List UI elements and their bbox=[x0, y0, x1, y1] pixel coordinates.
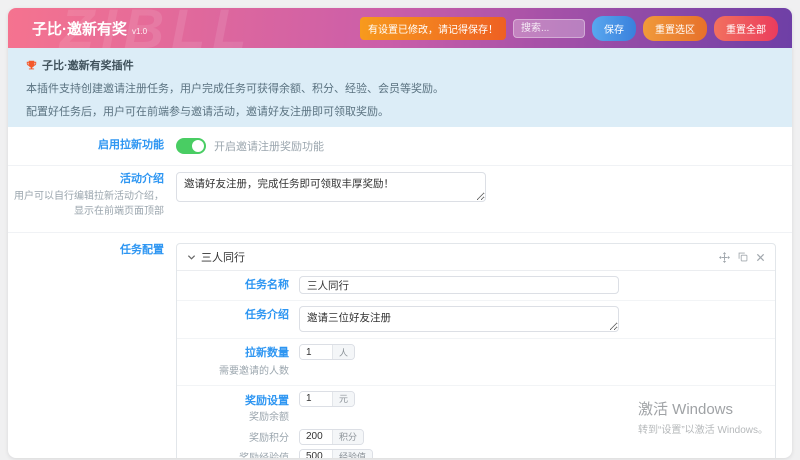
enable-toggle[interactable] bbox=[176, 138, 206, 154]
plugin-header: ZIBLL 子比·邀新有奖 v1.0 有设置已修改，请记得保存！ 保存 重置选区… bbox=[8, 8, 792, 48]
enable-label: 启用拉新功能 bbox=[8, 138, 164, 152]
task-desc-textarea[interactable]: 邀请三位好友注册 bbox=[299, 306, 619, 332]
invite-count-label: 拉新数量 bbox=[177, 346, 289, 360]
task-name-row: 任务名称 bbox=[177, 271, 775, 301]
reward-exp-unit: 经验值 bbox=[332, 450, 372, 458]
toggle-knob bbox=[192, 140, 204, 152]
move-icon[interactable] bbox=[719, 252, 730, 263]
settings-card: ZIBLL 子比·邀新有奖 v1.0 有设置已修改，请记得保存！ 保存 重置选区… bbox=[8, 8, 792, 458]
reward-balance-label-cell: 奖励设置 奖励余额 bbox=[177, 391, 299, 425]
close-icon[interactable] bbox=[756, 253, 765, 262]
trophy-icon bbox=[26, 60, 37, 71]
task-name-input[interactable] bbox=[299, 276, 619, 294]
intro-sublabel: 用户可以自行编辑拉新活动介绍，显示在前端页面顶部 bbox=[8, 189, 164, 219]
reward-points-unit: 积分 bbox=[332, 430, 363, 444]
info-title-row: 子比·邀新有奖插件 bbox=[26, 57, 774, 73]
task-desc-label: 任务介绍 bbox=[177, 308, 289, 322]
reward-balance-input[interactable] bbox=[300, 392, 332, 406]
task-name-label-cell: 任务名称 bbox=[177, 276, 299, 294]
reward-exp-group: 经验值 bbox=[299, 449, 373, 458]
rewards-row: 奖励设置 奖励余额 元 奖励积分 积分 bbox=[177, 386, 775, 458]
reward-points-line: 奖励积分 积分 bbox=[177, 429, 775, 445]
task-panel: 三人同行 bbox=[176, 243, 776, 458]
reward-points-input[interactable] bbox=[300, 430, 332, 444]
intro-label: 活动介绍 bbox=[8, 172, 164, 186]
reward-exp-label: 奖励经验值 bbox=[177, 449, 299, 458]
unsaved-changes-badge: 有设置已修改，请记得保存！ bbox=[360, 17, 506, 40]
reward-balance-line: 奖励设置 奖励余额 元 bbox=[177, 391, 775, 425]
activity-intro-textarea[interactable]: 邀请好友注册，完成任务即可领取丰厚奖励！ bbox=[176, 172, 486, 202]
reward-balance-label: 奖励余额 bbox=[177, 410, 289, 425]
enable-feature-row: 启用拉新功能 开启邀请注册奖励功能 bbox=[8, 127, 792, 166]
invite-count-label-cell: 拉新数量 需要邀请的人数 bbox=[177, 344, 299, 378]
version-label: v1.0 bbox=[132, 27, 147, 36]
reset-all-button[interactable]: 重置全部 bbox=[714, 16, 778, 41]
invite-count-unit: 人 bbox=[332, 345, 354, 359]
task-panel-icons bbox=[719, 252, 765, 263]
reset-section-button[interactable]: 重置选区 bbox=[643, 16, 707, 41]
save-button[interactable]: 保存 bbox=[592, 16, 636, 41]
activity-intro-row: 活动介绍 用户可以自行编辑拉新活动介绍，显示在前端页面顶部 邀请好友注册，完成任… bbox=[8, 166, 792, 233]
info-line-2: 配置好任务后，用户可在前端参与邀请活动，邀请好友注册即可领取奖励。 bbox=[26, 103, 774, 119]
search-input[interactable] bbox=[513, 19, 585, 38]
invite-count-sublabel: 需要邀请的人数 bbox=[177, 364, 289, 379]
enable-description: 开启邀请注册奖励功能 bbox=[214, 138, 324, 154]
info-line-1: 本插件支持创建邀请注册任务，用户完成任务可获得余额、积分、经验、会员等奖励。 bbox=[26, 80, 774, 96]
reward-balance-unit: 元 bbox=[332, 392, 354, 406]
plugin-info-banner: 子比·邀新有奖插件 本插件支持创建邀请注册任务，用户完成任务可获得余额、积分、经… bbox=[8, 48, 792, 127]
task-config-row: 任务配置 三人同行 bbox=[8, 233, 792, 458]
copy-icon[interactable] bbox=[738, 252, 748, 262]
invite-count-row: 拉新数量 需要邀请的人数 人 bbox=[177, 339, 775, 385]
reward-exp-line: 奖励经验值 经验值 bbox=[177, 449, 775, 458]
tasks-label: 任务配置 bbox=[8, 243, 164, 257]
header-actions: 有设置已修改，请记得保存！ 保存 重置选区 重置全部 bbox=[360, 16, 778, 41]
chevron-down-icon bbox=[187, 253, 196, 262]
task-desc-label-cell: 任务介绍 bbox=[177, 306, 299, 332]
rewards-label: 奖励设置 bbox=[177, 394, 289, 408]
reward-exp-input[interactable] bbox=[300, 450, 332, 458]
enable-label-cell: 启用拉新功能 bbox=[8, 138, 176, 154]
reward-points-label: 奖励积分 bbox=[177, 429, 299, 445]
invite-count-input[interactable] bbox=[300, 345, 332, 359]
task-panel-title: 三人同行 bbox=[201, 249, 245, 265]
page-title: 子比·邀新有奖 bbox=[32, 18, 127, 39]
reward-balance-group: 元 bbox=[299, 391, 355, 407]
invite-count-group: 人 bbox=[299, 344, 355, 360]
tasks-label-cell: 任务配置 bbox=[8, 243, 176, 458]
info-title: 子比·邀新有奖插件 bbox=[42, 57, 134, 73]
reward-points-group: 积分 bbox=[299, 429, 364, 445]
task-desc-row: 任务介绍 邀请三位好友注册 bbox=[177, 301, 775, 339]
intro-label-cell: 活动介绍 用户可以自行编辑拉新活动介绍，显示在前端页面顶部 bbox=[8, 172, 176, 219]
task-panel-header[interactable]: 三人同行 bbox=[177, 244, 775, 271]
task-name-label: 任务名称 bbox=[177, 278, 289, 292]
